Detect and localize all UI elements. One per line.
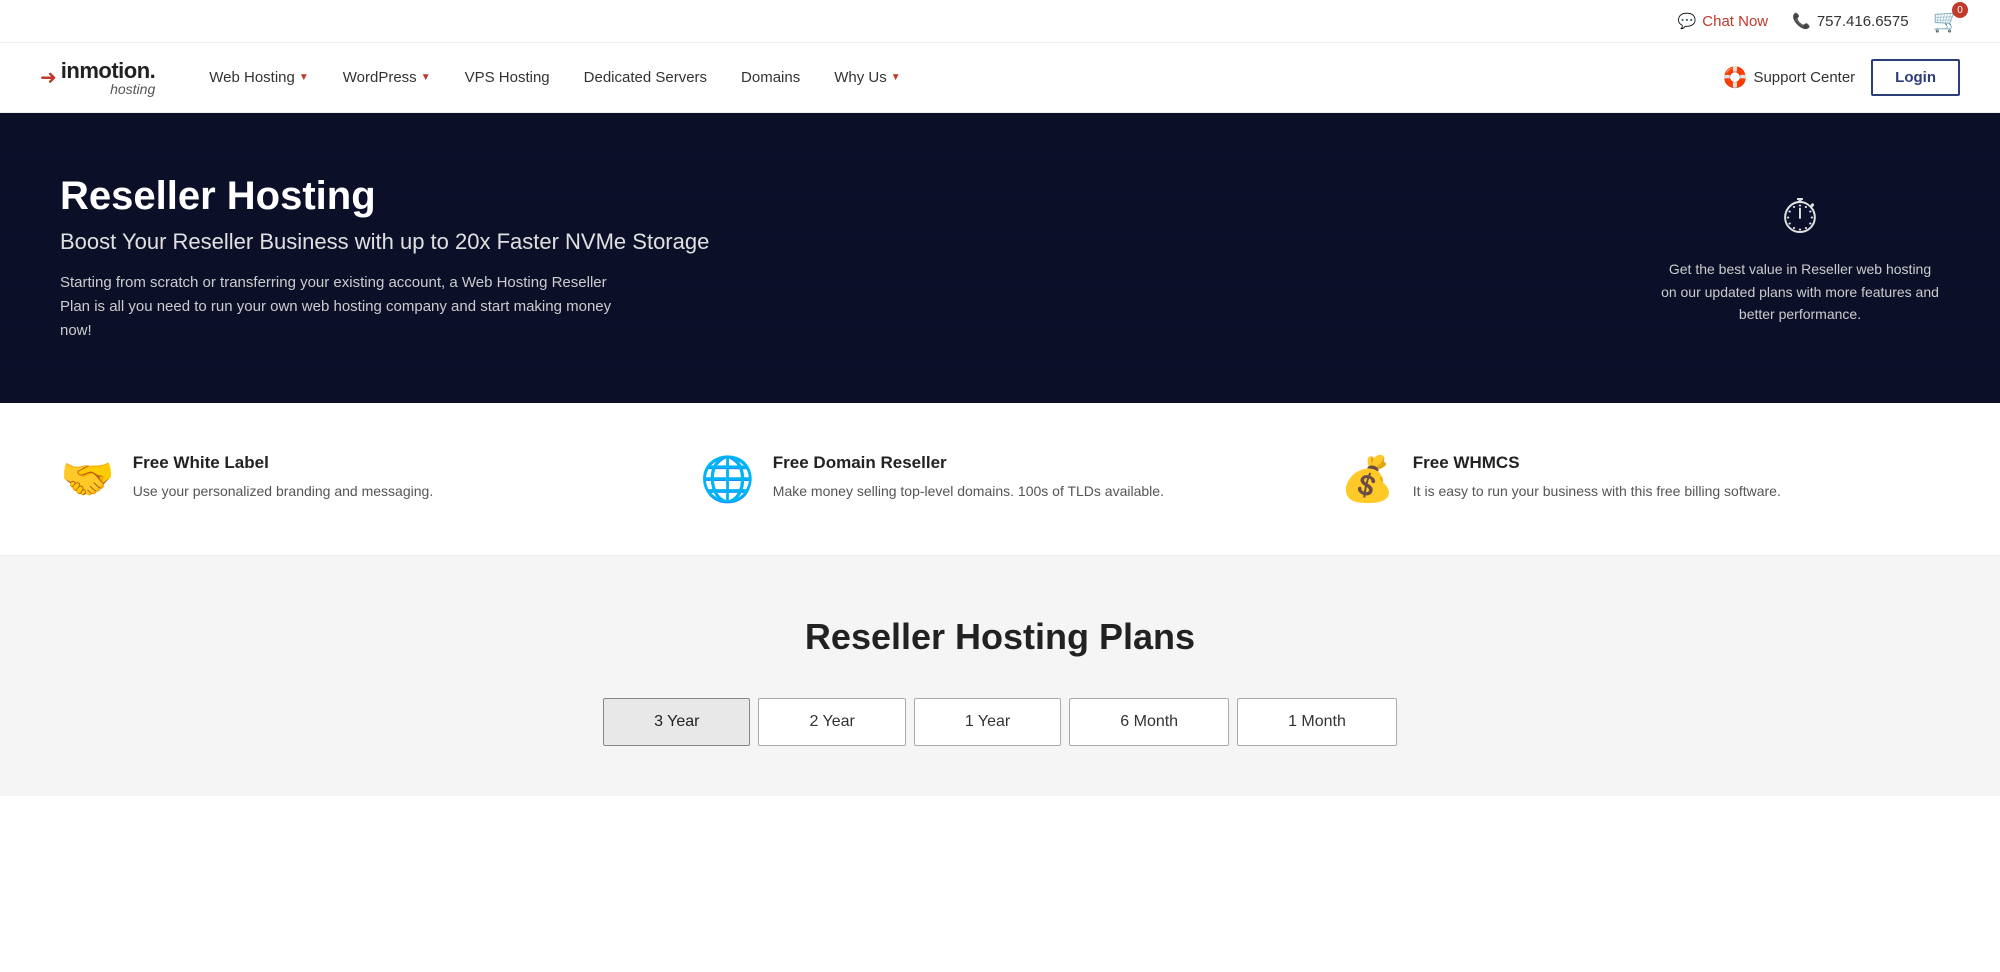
hero-title: Reseller Hosting [60,174,740,219]
hero-subtitle: Boost Your Reseller Business with up to … [60,229,740,255]
nav-item-why-us[interactable]: Why Us ▼ [820,61,914,94]
support-icon: 🛟 [1723,65,1748,90]
nav-item-vps-hosting[interactable]: VPS Hosting [451,61,564,94]
logo-text: inmotion. hosting [61,60,155,96]
chat-icon: 💬 [1678,12,1697,30]
phone-number: 📞 757.416.6575 [1792,12,1908,30]
feature-whmcs-title: Free WHMCS [1413,453,1781,473]
feature-white-label-desc: Use your personalized branding and messa… [133,481,433,502]
feature-whmcs-text: Free WHMCS It is easy to run your busine… [1413,453,1781,502]
logo-brand: inmotion. [61,60,155,82]
feature-domain-reseller-title: Free Domain Reseller [773,453,1164,473]
timer-icon: ⏱ [1660,190,1940,246]
billing-tab-1year[interactable]: 1 Year [914,698,1061,746]
main-header: ➜ inmotion. hosting Web Hosting ▼ WordPr… [0,43,2000,113]
feature-white-label-title: Free White Label [133,453,433,473]
nav-item-dedicated-servers[interactable]: Dedicated Servers [570,61,721,94]
login-button[interactable]: Login [1871,59,1960,96]
feature-domain-reseller-text: Free Domain Reseller Make money selling … [773,453,1164,502]
feature-white-label-text: Free White Label Use your personalized b… [133,453,433,502]
nav-right: 🛟 Support Center Login [1723,59,1960,96]
logo[interactable]: ➜ inmotion. hosting [40,60,155,96]
hero-content: Reseller Hosting Boost Your Reseller Bus… [60,174,740,343]
cart-badge: 0 [1952,2,1968,18]
globe-icon: 🌐 [700,453,755,505]
cart-button[interactable]: 🛒 0 [1933,8,1960,34]
hero-section: Reseller Hosting Boost Your Reseller Bus… [0,113,2000,403]
chat-now-button[interactable]: 💬 Chat Now [1678,12,1769,30]
features-section: 🤝 Free White Label Use your personalized… [0,403,2000,556]
feature-domain-reseller: 🌐 Free Domain Reseller Make money sellin… [700,453,1300,505]
dollar-hand-icon: 💰 [1340,453,1395,505]
feature-whmcs: 💰 Free WHMCS It is easy to run your busi… [1340,453,1940,505]
billing-tab-2year[interactable]: 2 Year [758,698,905,746]
support-center-link[interactable]: 🛟 Support Center [1723,65,1856,90]
nav-item-web-hosting[interactable]: Web Hosting ▼ [195,61,323,94]
plans-section: Reseller Hosting Plans 3 Year 2 Year 1 Y… [0,556,2000,796]
logo-sub: hosting [61,82,155,96]
nav-item-domains[interactable]: Domains [727,61,814,94]
plans-title: Reseller Hosting Plans [40,616,1960,658]
nav-item-wordpress[interactable]: WordPress ▼ [329,61,445,94]
chevron-down-icon: ▼ [299,72,309,83]
main-nav: Web Hosting ▼ WordPress ▼ VPS Hosting De… [195,59,1960,96]
handshake-icon: 🤝 [60,453,115,505]
billing-tabs: 3 Year 2 Year 1 Year 6 Month 1 Month [40,698,1960,746]
top-bar: 💬 Chat Now 📞 757.416.6575 🛒 0 [0,0,2000,43]
billing-tab-1month[interactable]: 1 Month [1237,698,1397,746]
chevron-down-icon: ▼ [891,72,901,83]
feature-white-label: 🤝 Free White Label Use your personalized… [60,453,660,505]
feature-whmcs-desc: It is easy to run your business with thi… [1413,481,1781,502]
logo-arrow-icon: ➜ [40,65,57,90]
hero-right-panel: ⏱ Get the best value in Reseller web hos… [1660,190,1940,325]
billing-tab-6month[interactable]: 6 Month [1069,698,1229,746]
hero-right-text: Get the best value in Reseller web hosti… [1660,258,1940,325]
billing-tab-3year[interactable]: 3 Year [603,698,750,746]
hero-description: Starting from scratch or transferring yo… [60,271,640,343]
phone-icon: 📞 [1792,12,1811,30]
chevron-down-icon: ▼ [421,72,431,83]
feature-domain-reseller-desc: Make money selling top-level domains. 10… [773,481,1164,502]
